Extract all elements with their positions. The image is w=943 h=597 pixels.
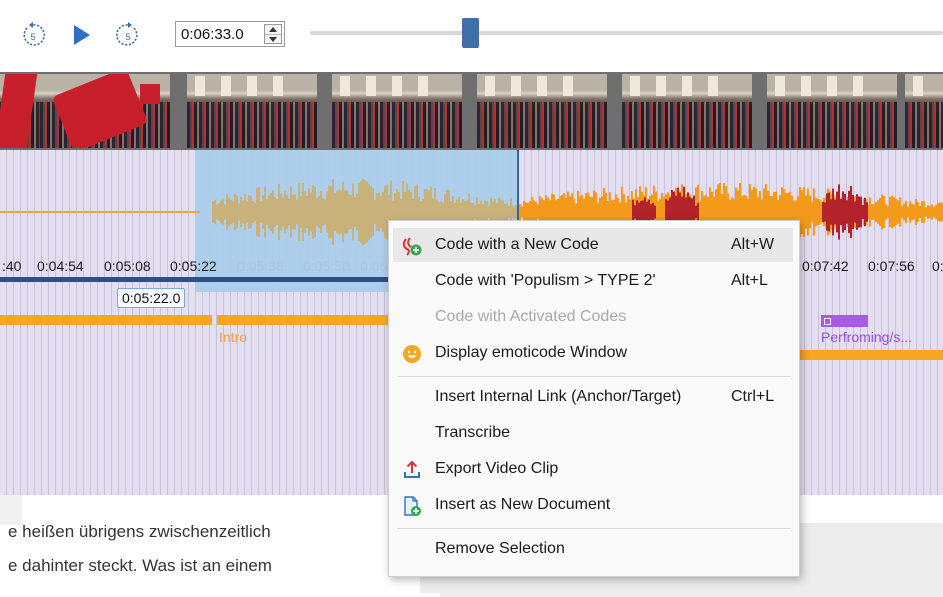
ruler-label: :40	[2, 258, 22, 274]
forward-5-button[interactable]: 5	[113, 20, 143, 50]
ruler-label: 0:05:50	[303, 258, 350, 274]
ruler-label: 0:05:22	[170, 258, 217, 274]
play-icon	[74, 25, 90, 45]
position-slider-thumb[interactable]	[462, 18, 479, 48]
menu-item-transcribe[interactable]: Transcribe	[389, 416, 799, 450]
menu-item-label: Remove Selection	[435, 540, 565, 557]
menu-item-label: Code with a New Code	[435, 236, 599, 253]
menu-item-code-with-new-code[interactable]: Code with a New Code Alt+W	[393, 228, 793, 262]
context-menu: Code with a New Code Alt+W Code with 'Po…	[388, 220, 800, 577]
stepper-up-icon[interactable]	[265, 25, 281, 34]
coded-segment-bar[interactable]	[0, 315, 212, 325]
ruler-label: 0:06	[360, 258, 388, 274]
menu-item-export-video-clip[interactable]: Export Video Clip	[389, 452, 799, 486]
video-filmstrip[interactable]	[0, 72, 943, 150]
panel-tab[interactable]	[0, 495, 22, 525]
video-thumbnail	[332, 74, 462, 148]
menu-item-label: Insert Internal Link (Anchor/Target)	[435, 388, 682, 405]
menu-item-label: Code with 'Populism > TYPE 2'	[435, 272, 656, 289]
menu-item-insert-as-new-document[interactable]: Insert as New Document	[389, 488, 799, 522]
time-input[interactable]	[176, 22, 265, 46]
player-toolbar: 5 5	[0, 0, 943, 70]
new-document-icon	[404, 496, 421, 516]
new-code-icon	[402, 237, 422, 256]
ruler-label: 0:04:54	[37, 258, 84, 274]
purple-code-chip[interactable]	[821, 315, 868, 327]
ruler-label: 0:07:56	[868, 258, 915, 274]
export-icon	[404, 460, 420, 478]
menu-item-label: Export Video Clip	[435, 460, 559, 477]
menu-item-remove-selection[interactable]: Remove Selection	[389, 532, 799, 566]
svg-text:5: 5	[30, 32, 35, 42]
menu-item-display-emoticode[interactable]: Display emoticode Window	[389, 336, 799, 370]
menu-separator	[397, 376, 791, 377]
hover-time-tooltip: 0:05:22.0	[117, 288, 186, 308]
coded-segment-bar[interactable]	[800, 350, 943, 360]
coded-segment-bar-intro[interactable]	[217, 315, 389, 325]
video-thumbnail	[40, 74, 170, 148]
menu-item-shortcut: Alt+L	[731, 272, 768, 289]
video-thumbnail	[622, 74, 752, 148]
menu-item-label: Display emoticode Window	[435, 344, 628, 361]
emoticon-icon	[403, 345, 421, 363]
ruler-label: 0:07:42	[802, 258, 849, 274]
position-slider-track[interactable]	[310, 31, 943, 35]
menu-item-label: Code with Activated Codes	[435, 308, 627, 325]
ruler-label: 0:05:36	[237, 258, 284, 274]
code-label-performing: Perfroming/s...	[821, 329, 913, 345]
menu-item-label: Transcribe	[435, 424, 510, 441]
menu-item-insert-internal-link[interactable]: Insert Internal Link (Anchor/Target) Ctr…	[389, 380, 799, 414]
stepper-down-icon[interactable]	[265, 34, 281, 44]
document-line: e dahinter steckt. Was ist an einem	[8, 556, 272, 575]
code-label-intro: Intro	[219, 329, 248, 345]
media-player-window: 5 5 0:06:33.0:40 0:04:54 0:05:08 0:05:2…	[0, 0, 943, 597]
rewind-5-button[interactable]: 5	[18, 20, 48, 50]
menu-separator	[397, 528, 791, 529]
menu-item-code-with-activated-codes: Code with Activated Codes	[389, 300, 799, 334]
time-field[interactable]	[175, 21, 285, 47]
svg-text:5: 5	[125, 32, 130, 42]
video-thumbnail	[187, 74, 317, 148]
ruler-label: 0:	[932, 258, 943, 274]
document-line: e heißen übrigens zwischenzeitlich	[8, 522, 271, 541]
menu-item-label: Insert as New Document	[435, 496, 611, 513]
video-thumbnail	[477, 74, 607, 148]
play-button[interactable]	[68, 20, 98, 50]
timeline-ruler-bar	[0, 277, 390, 282]
video-thumbnail	[767, 74, 897, 148]
rewind-5-icon: 5	[23, 22, 45, 46]
ruler-label: 0:05:08	[104, 258, 151, 274]
menu-item-shortcut: Alt+W	[731, 236, 775, 253]
forward-5-icon: 5	[116, 22, 138, 46]
menu-item-shortcut: Ctrl+L	[731, 388, 775, 405]
menu-item-code-with-populism[interactable]: Code with 'Populism > TYPE 2' Alt+L	[389, 264, 799, 298]
time-stepper[interactable]	[264, 24, 282, 44]
video-thumbnail	[905, 74, 943, 148]
